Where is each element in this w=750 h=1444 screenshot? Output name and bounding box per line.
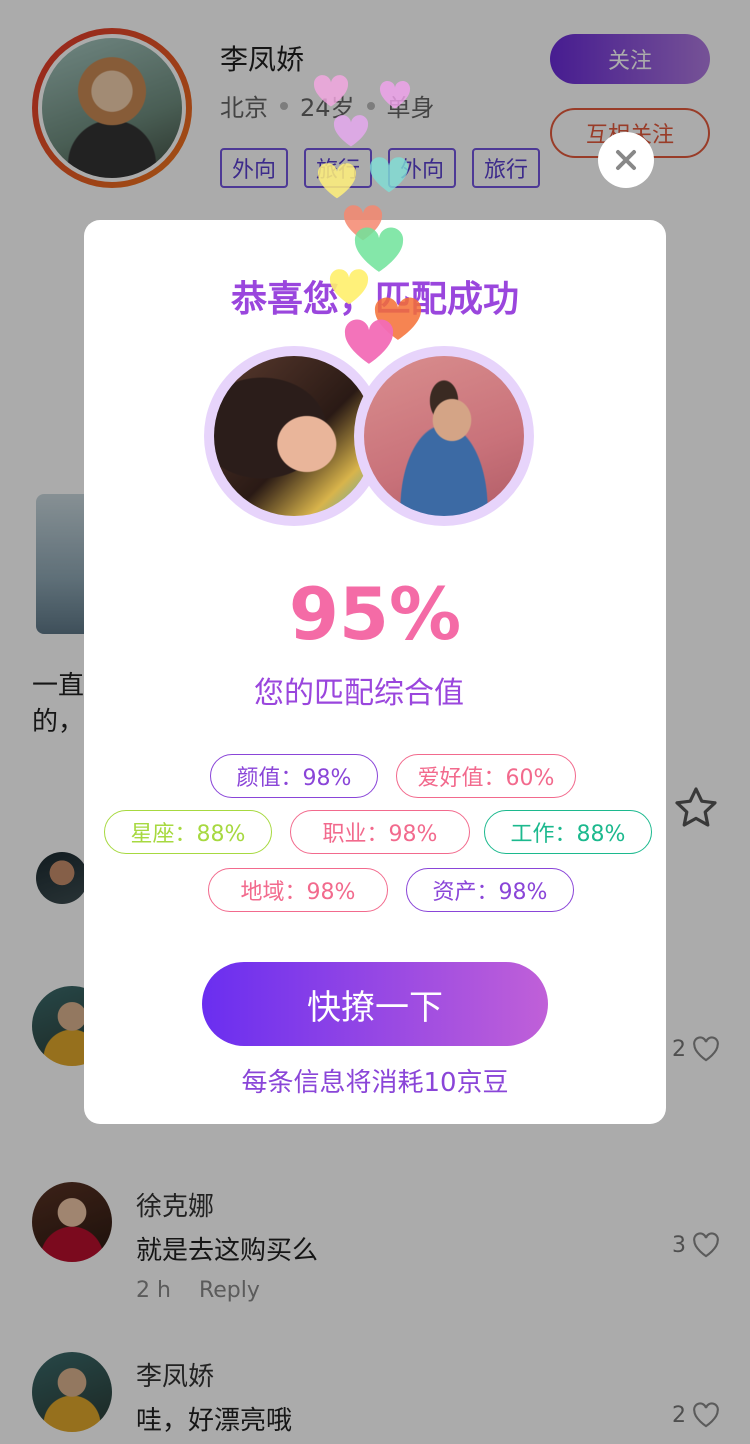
floating-heart-icon xyxy=(329,269,369,305)
score-chip-occupation: 职业：98% xyxy=(290,810,470,854)
floating-heart-icon xyxy=(354,227,404,272)
flirt-button[interactable]: 快撩一下 xyxy=(202,962,548,1046)
avatar-ring xyxy=(354,346,534,526)
score-chip-hobby: 爱好值：60% xyxy=(396,754,576,798)
floating-heart-icon xyxy=(379,80,411,109)
match-percent: 95% xyxy=(288,572,462,656)
match-percent-label: 您的匹配综合值 xyxy=(254,676,464,711)
close-button[interactable] xyxy=(598,132,654,188)
score-chip-zodiac: 星座：88% xyxy=(104,810,272,854)
floating-heart-icon xyxy=(313,75,349,107)
close-icon xyxy=(616,150,636,170)
score-chip-work: 工作：88% xyxy=(484,810,652,854)
floating-heart-icon xyxy=(369,157,409,193)
score-chip-region: 地域：98% xyxy=(208,868,388,912)
score-chip-assets: 资产：98% xyxy=(406,868,574,912)
floating-heart-icon xyxy=(333,115,369,147)
score-chip-appearance: 颜值：98% xyxy=(210,754,378,798)
user-avatar[interactable] xyxy=(214,356,374,516)
matched-pair-avatars xyxy=(204,346,536,526)
match-avatar[interactable] xyxy=(364,356,524,516)
floating-heart-icon xyxy=(344,319,394,364)
floating-heart-icon xyxy=(317,163,357,199)
cost-notice: 每条信息将消耗10京豆 xyxy=(241,1068,509,1098)
